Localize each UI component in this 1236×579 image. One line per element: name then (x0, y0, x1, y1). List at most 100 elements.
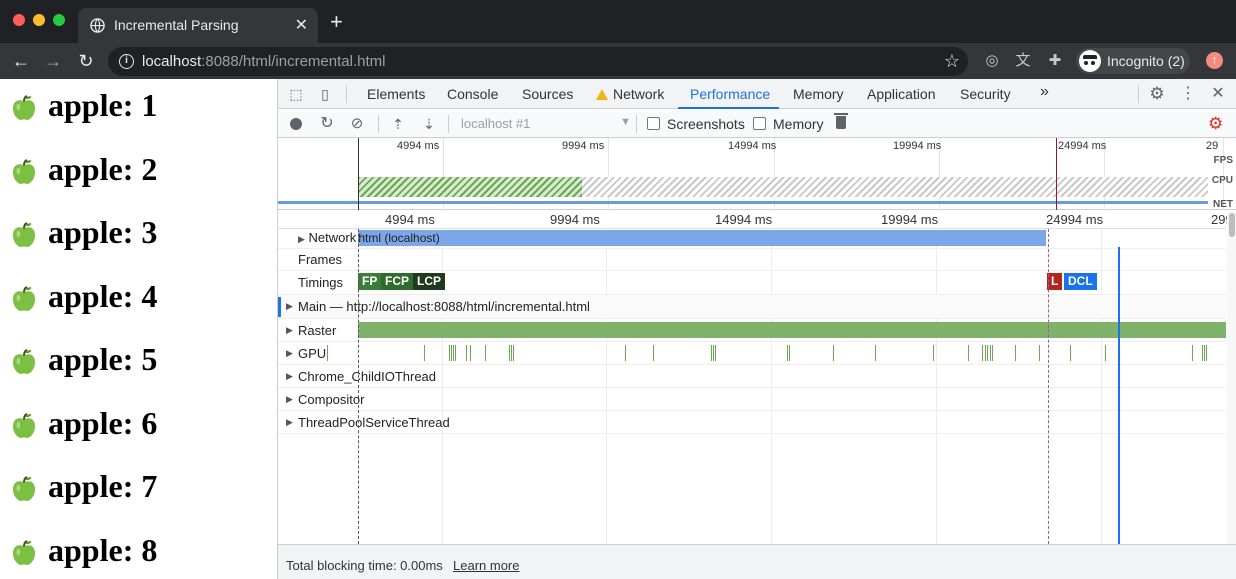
browser-tab[interactable]: Incremental Parsing ✕ (78, 8, 318, 43)
incognito-profile-button[interactable]: Incognito (2) (1076, 48, 1190, 74)
gpu-task-mark[interactable] (985, 345, 986, 361)
gpu-task-mark[interactable] (1039, 345, 1040, 361)
forward-arrow-icon[interactable]: → (42, 50, 64, 72)
reload-record-icon[interactable]: ↻ (318, 115, 336, 133)
gpu-task-mark[interactable] (509, 345, 510, 361)
gpu-task-mark[interactable] (327, 345, 328, 361)
url-text[interactable]: localhost:8088/html/incremental.html (142, 53, 385, 70)
track-gpu[interactable]: ▶ GPU (278, 342, 1226, 365)
back-arrow-icon[interactable]: ← (10, 50, 32, 72)
bookmark-star-icon[interactable]: ☆ (944, 51, 960, 72)
expand-arrow-icon[interactable]: ▶ (286, 394, 293, 405)
timing-dcl[interactable]: DCL (1064, 273, 1097, 290)
tab-memory[interactable]: Memory (793, 86, 844, 102)
gpu-task-mark[interactable] (789, 345, 790, 361)
gpu-task-mark[interactable] (653, 345, 654, 361)
translate-icon[interactable]: 文 (1014, 52, 1032, 70)
gpu-task-mark[interactable] (1192, 345, 1193, 361)
gpu-task-mark[interactable] (715, 345, 716, 361)
expand-arrow-icon[interactable]: ▶ (286, 325, 293, 336)
record-icon[interactable] (290, 118, 302, 130)
upload-icon[interactable]: ⇡ (389, 115, 407, 133)
track-timings[interactable]: Timings FP FCP LCP L DCL (278, 271, 1226, 295)
gpu-task-mark[interactable] (833, 345, 834, 361)
expand-arrow-icon[interactable]: ▶ (286, 348, 293, 359)
reload-icon[interactable]: ↻ (75, 50, 97, 72)
learn-more-link[interactable]: Learn more (453, 558, 519, 573)
gpu-task-mark[interactable] (466, 345, 467, 361)
close-window-button[interactable] (13, 14, 25, 26)
close-devtools-icon[interactable]: ✕ (1209, 85, 1227, 103)
gpu-task-mark[interactable] (987, 345, 988, 361)
gpu-task-mark[interactable] (470, 345, 471, 361)
kebab-menu-icon[interactable]: ⋮ (1179, 85, 1197, 103)
track-compositor[interactable]: ▶ Compositor (278, 388, 1226, 411)
gpu-task-mark[interactable] (1204, 345, 1205, 361)
tab-application[interactable]: Application (867, 86, 936, 102)
gpu-task-mark[interactable] (511, 345, 512, 361)
gpu-task-mark[interactable] (625, 345, 626, 361)
track-main[interactable]: ▶ Main — http://localhost:8088/html/incr… (278, 295, 1226, 319)
address-bar[interactable]: i localhost:8088/html/incremental.html ☆ (108, 47, 968, 76)
new-tab-button[interactable]: + (330, 11, 343, 33)
track-childio[interactable]: ▶ Chrome_ChildIOThread (278, 365, 1226, 388)
expand-arrow-icon[interactable]: ▶ (286, 417, 293, 428)
site-info-icon[interactable]: i (119, 54, 134, 69)
gpu-task-mark[interactable] (449, 345, 450, 361)
extension-target-icon[interactable]: ◎ (983, 52, 1001, 70)
device-toolbar-icon[interactable]: ▯ (316, 85, 334, 103)
clear-icon[interactable]: ⊘ (348, 115, 366, 133)
timing-fcp[interactable]: FCP (381, 273, 413, 290)
download-icon[interactable]: ⇣ (420, 115, 438, 133)
tab-elements[interactable]: Elements (367, 86, 425, 102)
expand-arrow-icon[interactable]: ▶ (286, 371, 293, 382)
gpu-task-mark[interactable] (455, 345, 456, 361)
gpu-task-mark[interactable] (990, 345, 991, 361)
settings-gear-icon[interactable]: ⚙ (1148, 85, 1166, 103)
tab-performance[interactable]: Performance (690, 86, 770, 102)
gpu-task-mark[interactable] (982, 345, 983, 361)
network-request-bar[interactable]: .html (localhost) (353, 230, 1046, 246)
tracks-scrollbar[interactable] (1227, 211, 1236, 544)
tab-network[interactable]: Network (596, 86, 664, 102)
track-raster[interactable]: ▶ Raster (278, 319, 1226, 342)
track-network[interactable]: .html (localhost) ▶ Network (278, 229, 1226, 249)
timing-load[interactable]: L (1047, 273, 1063, 290)
tab-console[interactable]: Console (447, 86, 498, 102)
gpu-task-mark[interactable] (713, 345, 714, 361)
gpu-task-mark[interactable] (1015, 345, 1016, 361)
timing-fp[interactable]: FP (358, 273, 382, 290)
timing-lcp[interactable]: LCP (413, 273, 445, 290)
gpu-task-mark[interactable] (485, 345, 486, 361)
overview-window-right-handle[interactable] (1056, 138, 1057, 210)
gpu-task-mark[interactable] (711, 345, 712, 361)
gpu-task-mark[interactable] (787, 345, 788, 361)
gpu-task-mark[interactable] (1070, 345, 1071, 361)
gpu-task-mark[interactable] (968, 345, 969, 361)
gpu-task-mark[interactable] (453, 345, 454, 361)
gpu-task-mark[interactable] (1202, 345, 1203, 361)
inspect-element-icon[interactable]: ⬚ (287, 85, 305, 103)
track-frames[interactable]: Frames (278, 249, 1226, 271)
gpu-task-mark[interactable] (875, 345, 876, 361)
tab-security[interactable]: Security (960, 86, 1011, 102)
gpu-task-mark[interactable] (424, 345, 425, 361)
minimize-window-button[interactable] (33, 14, 45, 26)
gpu-task-mark[interactable] (1206, 345, 1207, 361)
timeline-tracks[interactable]: .html (localhost) ▶ Network Frames Timin… (278, 229, 1226, 544)
screenshots-checkbox[interactable] (647, 117, 660, 130)
update-arrow-icon[interactable]: ↑ (1206, 52, 1223, 69)
gpu-task-mark[interactable] (1105, 345, 1106, 361)
maximize-window-button[interactable] (53, 14, 65, 26)
gpu-task-mark[interactable] (933, 345, 934, 361)
tab-sources[interactable]: Sources (522, 86, 573, 102)
more-tabs-chevron-icon[interactable]: » (1040, 83, 1049, 101)
garbage-collect-trash-icon[interactable] (834, 113, 848, 129)
gpu-task-mark[interactable] (992, 345, 993, 361)
track-threadpool[interactable]: ▶ ThreadPoolServiceThread (278, 411, 1226, 434)
gpu-task-mark[interactable] (451, 345, 452, 361)
timeline-overview[interactable]: FPS CPU NET 4994 ms 9994 ms 14994 ms 19994 … (278, 138, 1236, 210)
gpu-task-mark[interactable] (513, 345, 514, 361)
memory-checkbox[interactable] (753, 117, 766, 130)
recording-session-select[interactable]: localhost #1 ▼ (461, 116, 631, 133)
